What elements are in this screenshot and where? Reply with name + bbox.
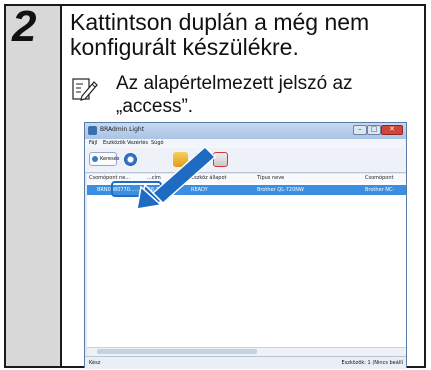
minimize-button[interactable]: – [353,125,367,135]
menu-file[interactable]: Fájl [89,140,97,146]
maximize-glyph: □ [370,125,378,133]
column-model-name[interactable]: Típus neve [257,175,284,181]
pencil-note-icon [72,78,98,101]
close-icon: ✕ [389,125,395,133]
note-text: Az alapértelmezett jelszó az „access”. [116,73,353,117]
app-icon [88,126,97,135]
scrollbar-thumb[interactable] [97,349,257,354]
device-count: Eszközök: 1 (Nincs beállí [341,360,403,366]
pointer-arrow-icon [136,145,217,210]
statusbar: Kész Eszközök: 1 (Nincs beállí [85,356,406,369]
step-instruction: Kattintson duplán a még nem konfigurált … [70,9,370,60]
minimize-glyph: – [358,125,362,133]
close-button[interactable]: ✕ [381,125,403,135]
maximize-button[interactable]: □ [367,125,381,135]
window-titlebar: BRAdmin Light – □ ✕ [85,123,406,139]
search-icon [92,156,98,162]
column-node[interactable]: Csomópont [365,175,393,181]
horizontal-scrollbar[interactable] [87,347,406,356]
search-button-label: Keresés [100,156,120,162]
menu-tools[interactable]: Eszközök [103,140,126,146]
status-text: Kész [89,360,101,366]
cell-node: Brother NC- [365,187,395,193]
step-number: 2 [12,2,37,51]
step-number-column: 2 [6,2,62,366]
search-button[interactable]: Keresés [89,152,120,166]
window-title: BRAdmin Light [100,126,145,133]
cell-model: Brother QL-720NW [257,187,304,193]
step-content: Kattintson duplán a még nem konfigurált … [70,9,420,369]
instruction-step-box: 2 Kattintson duplán a még nem konfigurál… [4,2,426,369]
bradmin-window-screenshot: BRAdmin Light – □ ✕ Fájl Eszközök Vezérl… [84,122,407,369]
